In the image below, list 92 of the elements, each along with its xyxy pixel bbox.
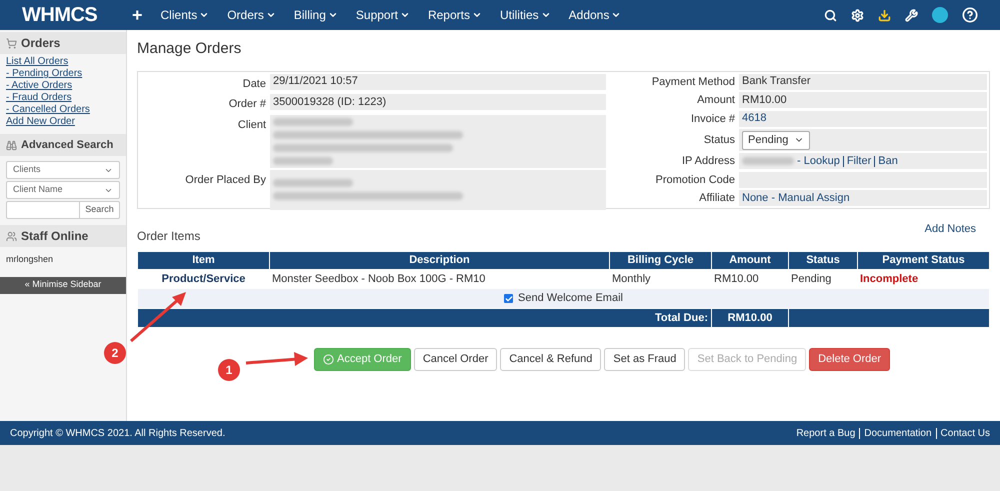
ip-action-link[interactable]: - Lookup <box>797 152 840 170</box>
field-value: RM10.00 <box>742 92 787 108</box>
select-field[interactable]: Clients <box>6 161 120 179</box>
field-label: IP Address <box>681 154 735 169</box>
table-cell-text: Incomplete <box>859 272 920 287</box>
checkbox[interactable] <box>504 294 514 303</box>
action-button[interactable]: Cancel Order <box>414 348 498 371</box>
column-header: Description <box>270 252 609 269</box>
section-title: Order Items <box>137 228 200 245</box>
avatar-icon[interactable] <box>932 7 948 23</box>
page-title: Manage Orders <box>137 39 242 59</box>
sidebar-title: Advanced Search <box>21 138 114 153</box>
field-label: Date <box>242 76 266 92</box>
field-value: 29/11/2021 10:57 <box>273 74 359 90</box>
ip-action-link[interactable]: Ban <box>878 152 898 170</box>
minimise-sidebar-button[interactable]: « Minimise Sidebar <box>0 276 126 294</box>
field-label: Promotion Code <box>654 172 735 188</box>
field-label: Order # <box>228 97 266 112</box>
help-icon[interactable] <box>962 7 978 23</box>
checkbox-label: Send Welcome Email <box>518 291 623 306</box>
caret-icon <box>540 10 551 20</box>
nav-menu-item[interactable]: Clients <box>160 6 210 24</box>
wrench-icon[interactable] <box>905 8 918 22</box>
footer-link[interactable]: Report a Bug <box>796 426 856 440</box>
copyright-text: Copyright © WHMCS 2021. All Rights Reserved. <box>10 426 226 440</box>
field-value: Bank Transfer <box>742 74 810 90</box>
ip-action-link[interactable]: Filter <box>846 152 872 170</box>
action-button[interactable]: Delete Order <box>809 348 890 371</box>
nav-menu-item[interactable]: Billing <box>294 6 338 24</box>
status-select[interactable]: Pending <box>742 130 810 150</box>
caret-icon <box>266 10 276 20</box>
select-field[interactable]: Client Name <box>6 181 120 199</box>
sidebar-link[interactable]: Add New Order <box>6 116 120 128</box>
action-button[interactable]: Cancel & Refund <box>500 348 602 371</box>
sidebar-link[interactable]: - Active Orders <box>6 80 120 92</box>
field-label: Amount <box>696 93 735 108</box>
caret-icon <box>400 10 410 20</box>
check-circle-icon <box>323 354 334 365</box>
users-icon <box>6 230 17 242</box>
table-cell-text: Product/Service <box>160 272 246 287</box>
column-header: Item <box>138 252 269 269</box>
add-notes-link[interactable]: Add Notes <box>924 220 976 237</box>
table-cell-text: Monthly <box>611 272 652 287</box>
field-value: 3500019328 (ID: 1223) <box>273 94 388 110</box>
footer-link[interactable]: Contact Us <box>940 426 990 440</box>
field-link[interactable]: 4618 <box>742 110 766 127</box>
search-button[interactable]: Search <box>80 201 120 219</box>
table-cell-text: Pending <box>790 272 832 287</box>
nav-menu-item[interactable]: Addons <box>568 6 622 24</box>
column-header: Status <box>789 252 857 269</box>
sidebar-title: Staff Online <box>21 228 88 245</box>
field-label: Client <box>236 118 266 132</box>
field-label: Affiliate <box>698 191 735 206</box>
logo[interactable]: WHMCS <box>22 0 132 30</box>
field-link[interactable]: None - Manual Assign <box>742 190 850 206</box>
action-button[interactable]: Set as Fraud <box>604 348 686 371</box>
field-label: Invoice # <box>690 112 735 126</box>
cart-icon <box>6 38 17 48</box>
search-icon[interactable] <box>824 8 837 22</box>
total-label-cell: Total Due: <box>138 309 711 327</box>
nav-menu-item[interactable]: Orders <box>227 6 276 24</box>
sidebar-link[interactable]: List All Orders <box>6 56 120 68</box>
staff-name: mrlongshen <box>6 253 54 266</box>
gears-icon[interactable] <box>851 8 864 22</box>
column-header: Payment Status <box>858 252 989 269</box>
sidebar-link[interactable]: - Cancelled Orders <box>6 104 120 116</box>
column-header: Amount <box>712 252 788 269</box>
nav-menu-item[interactable]: Support <box>356 6 410 24</box>
caret-icon <box>611 10 622 20</box>
redacted-text <box>273 156 333 164</box>
field-label: Order Placed By <box>184 172 266 188</box>
field-label: Status <box>702 132 735 148</box>
sidebar-title: Orders <box>21 35 60 52</box>
caret-icon <box>328 10 338 20</box>
download-icon[interactable] <box>878 8 891 22</box>
nav-menu-item[interactable]: Utilities <box>500 6 551 24</box>
column-header: Billing Cycle <box>610 252 711 269</box>
nav-menu-item[interactable]: Reports <box>428 6 482 24</box>
sidebar-link[interactable]: - Pending Orders <box>6 68 120 80</box>
add-button[interactable]: + <box>132 2 143 28</box>
field-label: Payment Method <box>650 74 735 90</box>
caret-icon <box>199 10 210 20</box>
table-cell-text: Monster Seedbox - Noob Box 100G - RM10 <box>271 272 486 287</box>
caret-icon <box>472 10 482 20</box>
search-input[interactable] <box>6 201 80 219</box>
footer-link[interactable]: Documentation <box>864 426 932 440</box>
binoculars-icon <box>6 140 17 150</box>
sidebar-link[interactable]: - Fraud Orders <box>6 92 120 104</box>
redacted-text <box>742 157 794 165</box>
arrow-drawing <box>244 350 310 368</box>
table-cell-text: RM10.00 <box>713 272 760 287</box>
total-cell: RM10.00 <box>712 309 788 327</box>
